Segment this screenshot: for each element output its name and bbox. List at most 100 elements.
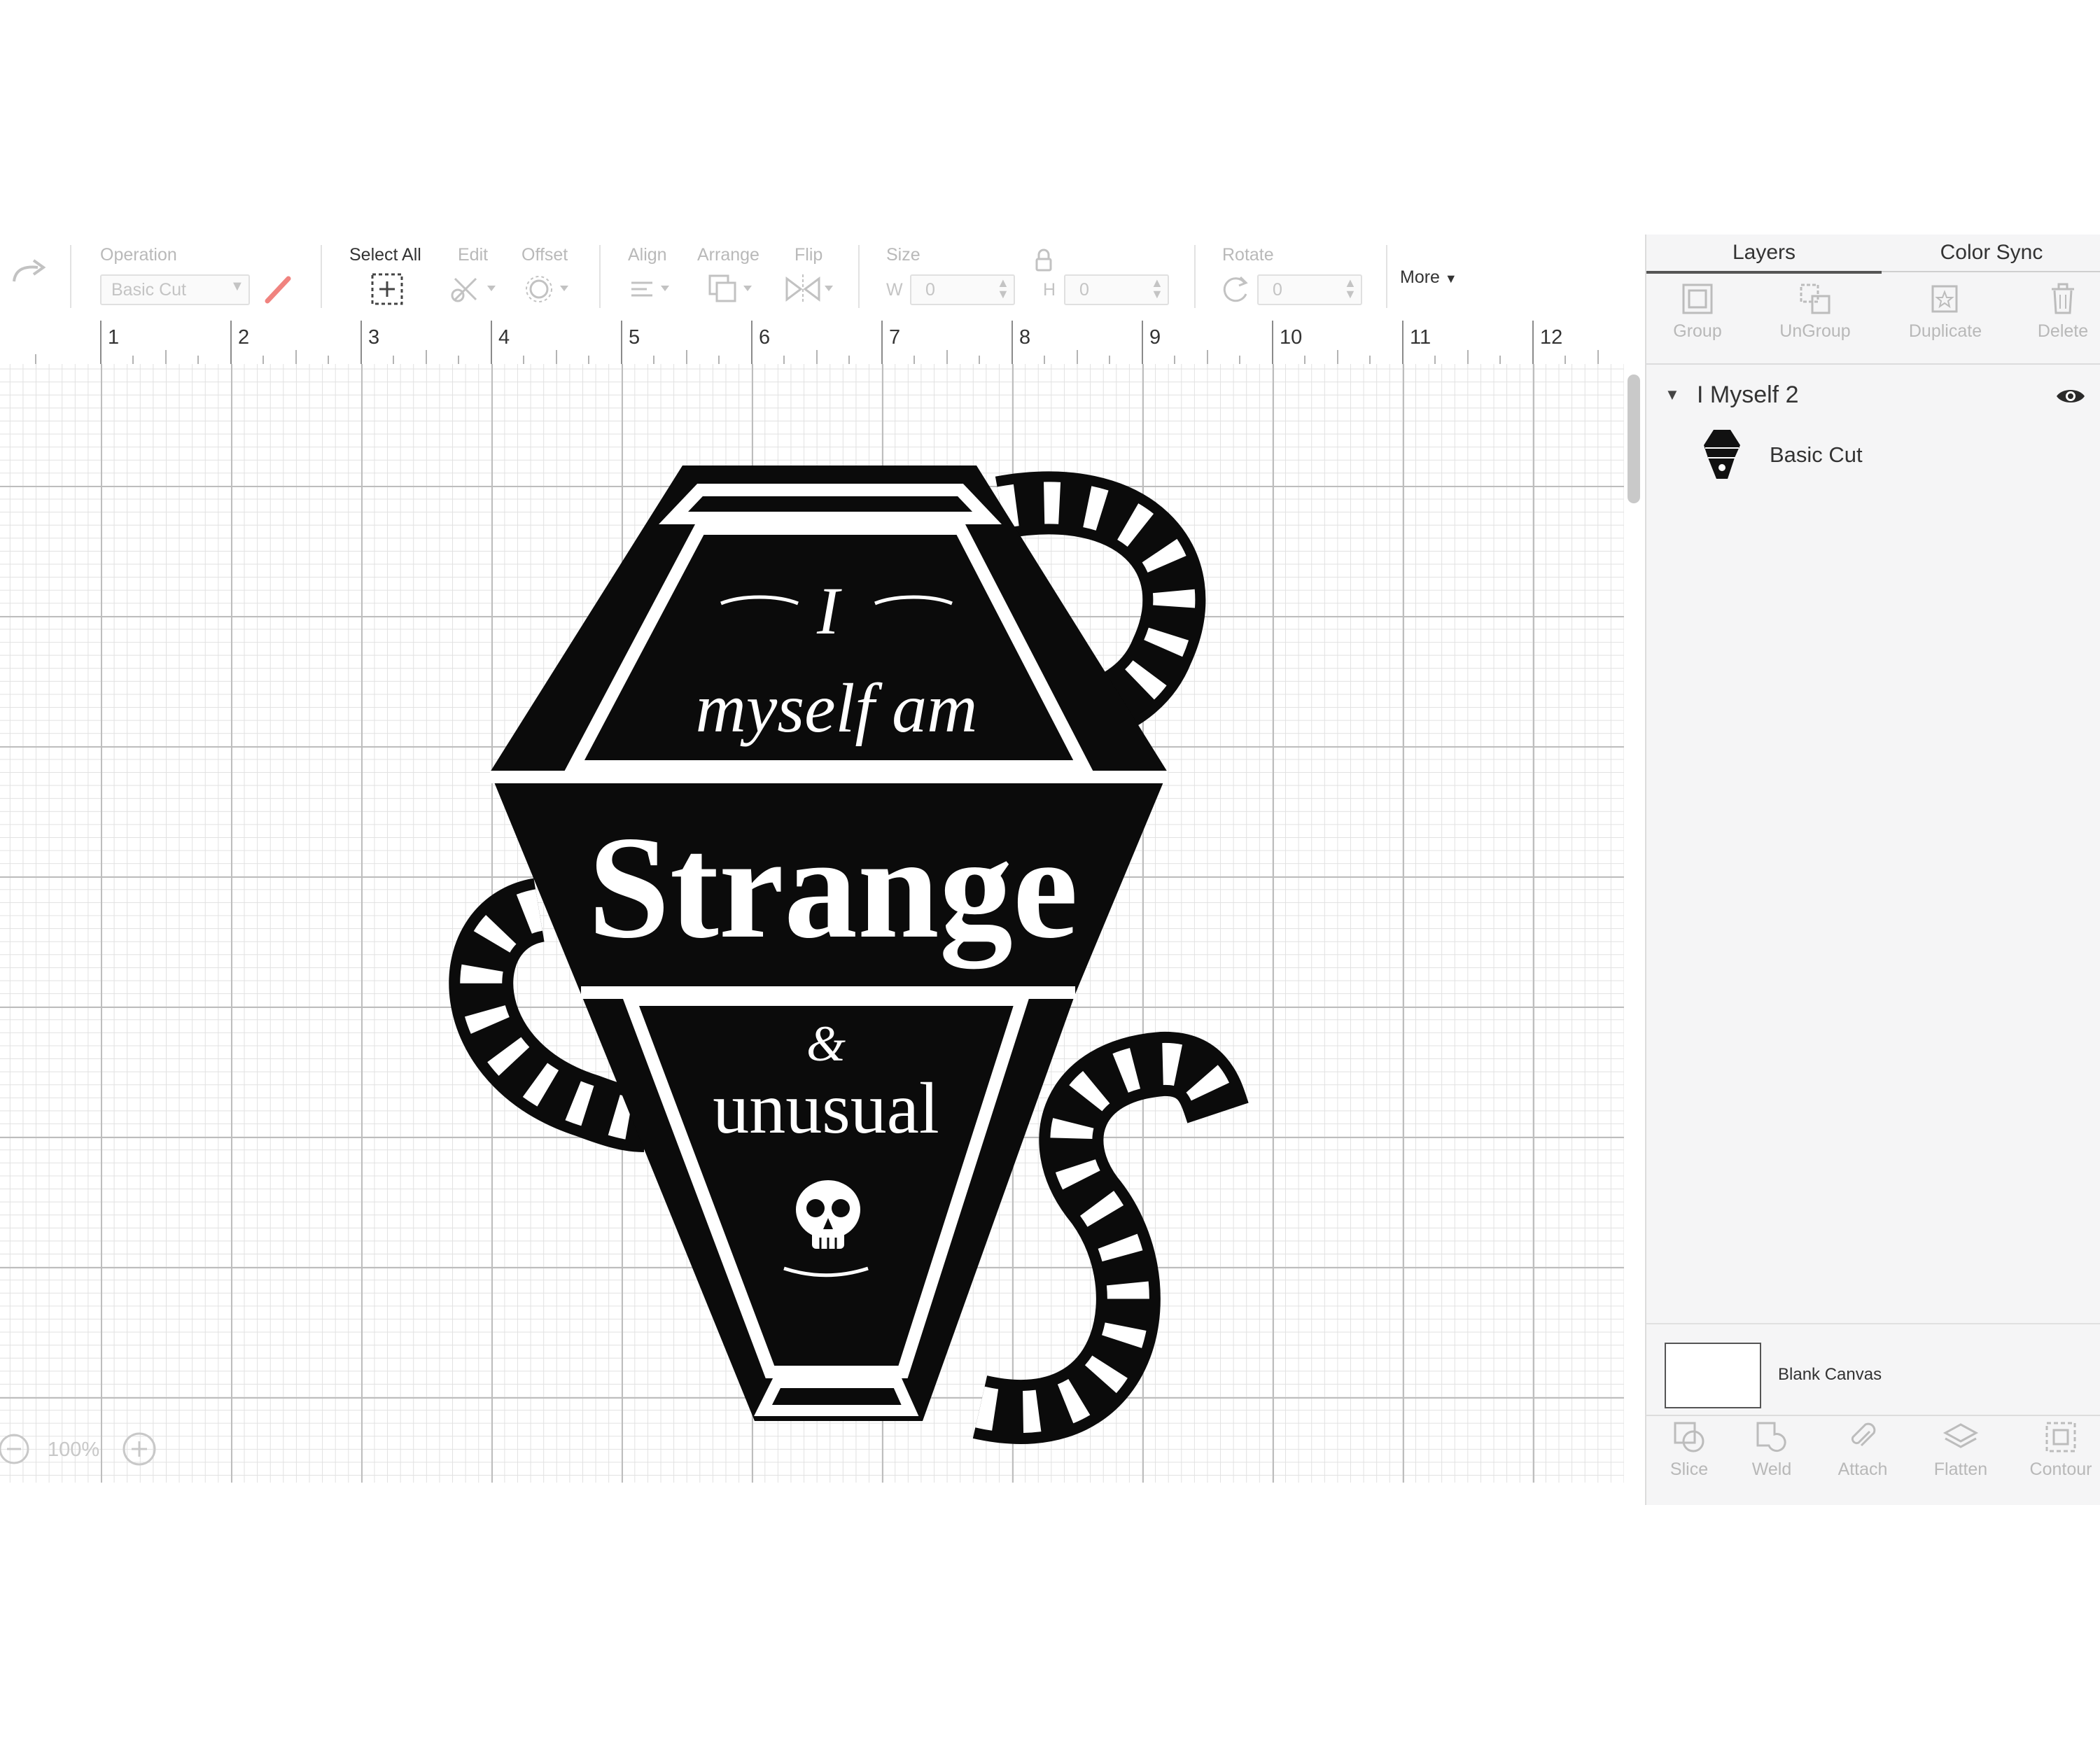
operation-select[interactable]: Basic Cut ▼	[100, 274, 250, 305]
duplicate-label: Duplicate	[1908, 321, 1982, 341]
stepper-icon[interactable]: ▲ ▼	[997, 276, 1009, 300]
operation-value: Basic Cut	[111, 280, 186, 300]
pen-color-icon[interactable]	[262, 273, 294, 305]
slice-button[interactable]: Slice	[1644, 1419, 1735, 1480]
weld-label: Weld	[1751, 1460, 1792, 1479]
align-icon[interactable]	[629, 273, 678, 305]
select-all-icon[interactable]	[370, 272, 405, 307]
design-text-line4: &	[806, 1016, 846, 1072]
select-all-label: Select All	[349, 245, 421, 265]
ruler-mark: 6	[759, 326, 771, 349]
delete-label: Delete	[2037, 321, 2089, 341]
blank-canvas-label: Blank Canvas	[1778, 1365, 1882, 1384]
group-label: Group	[1673, 321, 1722, 341]
zoom-value: 100%	[48, 1438, 100, 1461]
layers-panel: Layers Color Sync Group UnGroup Duplicat…	[1645, 234, 2100, 1505]
design-text-line1: I	[816, 573, 842, 648]
ruler-mark: 7	[889, 326, 901, 349]
layer-thumbnail	[1704, 430, 1740, 479]
rotate-value: 0	[1273, 280, 1282, 300]
expand-caret-icon[interactable]: ▼	[1665, 386, 1680, 404]
contour-button[interactable]: Contour	[2015, 1419, 2100, 1480]
group-button[interactable]: Group	[1652, 281, 1743, 342]
ruler-mark: 5	[629, 326, 640, 349]
ruler-mark: 8	[1019, 326, 1031, 349]
ruler-mark: 10	[1280, 326, 1303, 349]
horizontal-ruler: 1 2 3 4 5 6 7 8 9 10 11 12	[0, 321, 1645, 365]
width-value: 0	[925, 280, 935, 300]
layer-item-row[interactable]: Basic Cut	[1700, 427, 2092, 483]
flatten-label: Flatten	[1933, 1460, 1988, 1479]
rotate-input[interactable]: 0 ▲ ▼	[1257, 274, 1362, 305]
edit-label: Edit	[458, 245, 489, 265]
rotate-label: Rotate	[1222, 245, 1274, 265]
contour-label: Contour	[2029, 1460, 2092, 1479]
duplicate-button[interactable]: Duplicate	[1900, 281, 1991, 342]
eye-icon[interactable]	[2055, 386, 2086, 407]
zoom-in-icon[interactable]	[122, 1432, 157, 1466]
top-toolbar: Operation Basic Cut ▼ Select All Edit Of…	[0, 231, 1645, 321]
flatten-button[interactable]: Flatten	[1915, 1419, 2006, 1480]
ruler-mark: 1	[108, 326, 120, 349]
stepper-icon[interactable]: ▲ ▼	[1151, 276, 1163, 300]
layer-group-row[interactable]: ▼ I Myself 2	[1665, 374, 2092, 419]
height-label: H	[1043, 280, 1056, 300]
offset-label: Offset	[522, 245, 568, 265]
ruler-mark: 2	[238, 326, 250, 349]
layer-group-name: I Myself 2	[1697, 382, 1799, 408]
ungroup-button[interactable]: UnGroup	[1770, 281, 1861, 342]
design-canvas[interactable]: I myself am Strange & unusual 100%	[0, 364, 1624, 1483]
divider	[1646, 363, 2100, 365]
chevron-down-icon: ▼	[230, 279, 244, 294]
weld-button[interactable]: Weld	[1726, 1419, 1817, 1480]
trash-icon	[2052, 283, 2074, 314]
slice-label: Slice	[1670, 1460, 1709, 1479]
divider	[1646, 1415, 2100, 1416]
design-text-line2: myself am	[696, 669, 978, 747]
lock-icon[interactable]	[1033, 248, 1054, 273]
tab-color-sync[interactable]: Color Sync	[1882, 234, 2100, 272]
offset-icon[interactable]	[524, 273, 575, 305]
ruler-mark: 11	[1410, 326, 1432, 349]
vertical-scrollbar[interactable]	[1628, 374, 1640, 503]
layers-icon	[1942, 1423, 1979, 1448]
duplicate-icon	[1931, 285, 1958, 313]
size-label: Size	[886, 245, 920, 265]
ungroup-icon	[1800, 284, 1830, 314]
vertical-scrollbar-track	[1624, 364, 1645, 1483]
weld-icon	[1756, 1422, 1786, 1452]
design-text-line3: Strange	[588, 806, 1078, 969]
height-input[interactable]: 0 ▲ ▼	[1064, 274, 1169, 305]
blank-canvas-row[interactable]: Blank Canvas	[1665, 1337, 2092, 1408]
tab-layers[interactable]: Layers	[1646, 234, 1882, 274]
attach-label: Attach	[1837, 1460, 1888, 1479]
align-label: Align	[628, 245, 667, 265]
arrange-icon[interactable]	[706, 272, 762, 307]
coffin-design[interactable]: I myself am Strange & unusual	[0, 364, 1624, 1483]
ungroup-label: UnGroup	[1779, 321, 1851, 341]
ruler-mark: 12	[1540, 326, 1563, 349]
blank-canvas-swatch[interactable]	[1665, 1343, 1761, 1408]
ruler-mark: 3	[368, 326, 380, 349]
attach-button[interactable]: Attach	[1817, 1419, 1908, 1480]
zoom-out-icon[interactable]	[0, 1432, 32, 1466]
stepper-icon[interactable]: ▲ ▼	[1344, 276, 1357, 300]
rotate-icon	[1223, 276, 1248, 302]
group-icon	[1682, 284, 1713, 314]
design-text-line5: unusual	[713, 1068, 939, 1149]
ruler-mark: 9	[1149, 326, 1161, 349]
contour-icon	[2045, 1422, 2076, 1452]
delete-button[interactable]: Delete	[2017, 281, 2100, 342]
slice-icon	[1674, 1422, 1704, 1452]
caret-down-icon: ▼	[1444, 272, 1457, 286]
redo-icon[interactable]	[10, 258, 49, 286]
edit-icon[interactable]	[448, 273, 500, 305]
height-value: 0	[1079, 280, 1089, 300]
operation-label: Operation	[100, 245, 177, 265]
flip-icon[interactable]	[783, 272, 840, 307]
more-button[interactable]: More ▼	[1400, 267, 1457, 288]
ruler-mark: 4	[498, 326, 510, 349]
arrange-label: Arrange	[697, 245, 760, 265]
width-input[interactable]: 0 ▲ ▼	[910, 274, 1015, 305]
flip-label: Flip	[794, 245, 823, 265]
